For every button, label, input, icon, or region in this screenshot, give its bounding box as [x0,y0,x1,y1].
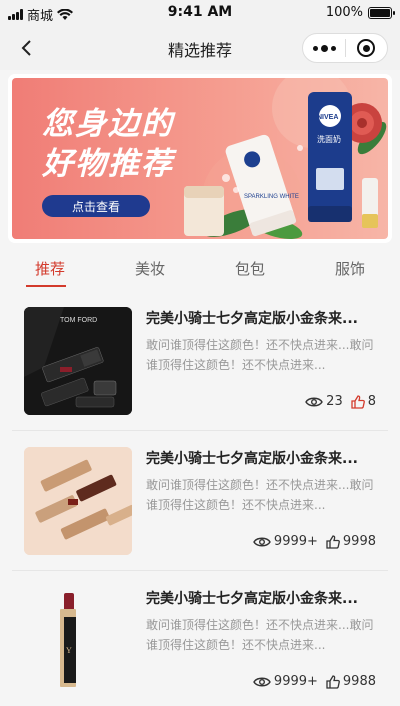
promo-banner[interactable]: SPARKLING WHITE NIVEA 洗面奶 您身边的 好物推荐 点击查看 [12,78,388,239]
more-button[interactable] [303,34,345,62]
item-thumbnail [24,447,132,555]
item-stats: 9999+ 9988 [253,674,376,689]
thumbs-up-icon [351,394,365,409]
banner-product-text-3: 洗面奶 [317,134,341,144]
lipsticks-image [24,447,132,555]
views-count: 9999+ [273,674,318,689]
tab-clothing[interactable]: 服饰 [320,258,380,279]
views-stat: 9999+ [253,534,318,549]
list-item[interactable]: 完美小骑士七夕高定版小金条来... 敢问谁顶得住这颜色！还不快点进来...敢问谁… [12,431,388,571]
article-list: TOM FORD 完美小骑士七夕高定版小金条来... 敢问谁顶得住这颜色！还不快… [12,291,388,706]
item-title: 完美小骑士七夕高定版小金条来... [146,311,358,327]
category-tabs: 推荐 美妆 包包 服饰 [0,250,400,290]
likes-stat[interactable]: 9988 [326,674,376,689]
phone-screen: 商城 9:41 AM 100% 精选推荐 SPARKLING WHITE NIV… [0,0,400,706]
navigation-bar: 精选推荐 [0,26,400,70]
target-icon [357,39,376,57]
likes-stat[interactable]: 9998 [326,534,376,549]
banner-headline-line-2: 好物推荐 [42,146,174,182]
view-now-button[interactable]: 点击查看 [42,195,150,217]
battery-icon [368,6,395,19]
more-dots-icon [312,45,318,51]
likes-stat[interactable]: 8 [351,394,376,409]
item-description: 敢问谁顶得住这颜色！还不快点进来...敢问谁顶得住这颜色！还不快点进来... [146,618,374,652]
likes-count: 9998 [342,534,376,549]
views-count: 9999+ [273,534,318,549]
lipstick-box-image: TOM FORD [24,307,132,415]
item-thumbnail: TOM FORD [24,307,132,415]
item-stats: 9999+ 9998 [253,534,376,549]
item-image-brand-text: TOM FORD [60,317,97,324]
eye-icon [253,537,271,546]
views-stat: 9999+ [253,674,318,689]
list-item[interactable]: Y 完美小骑士七夕高定版小金条来... 敢问谁顶得住这颜色！还不快点进来...敢… [12,571,388,706]
list-item[interactable]: TOM FORD 完美小骑士七夕高定版小金条来... 敢问谁顶得住这颜色！还不快… [12,291,388,431]
views-count: 23 [326,394,343,409]
item-thumbnail: Y [24,587,132,695]
eye-icon [253,677,271,686]
item-description: 敢问谁顶得住这颜色！还不快点进来...敢问谁顶得住这颜色！还不快点进来... [146,478,374,512]
thumbs-up-icon [326,534,340,549]
battery-percent: 100% [325,5,363,20]
item-description: 敢问谁顶得住这颜色！还不快点进来...敢问谁顶得住这颜色！还不快点进来... [146,338,374,372]
likes-count: 9988 [342,674,376,689]
tab-beauty[interactable]: 美妆 [120,258,180,279]
banner-product-text-2: SPARKLING WHITE [244,194,299,200]
miniprogram-capsule [302,33,388,63]
close-miniprogram-button[interactable] [346,34,387,62]
eye-icon [305,397,323,406]
tab-recommended[interactable]: 推荐 [20,258,80,279]
status-bar: 商城 9:41 AM 100% [0,0,400,26]
tab-bags[interactable]: 包包 [220,258,280,279]
item-stats: 23 8 [305,394,376,409]
thumbs-up-icon [326,674,340,689]
svg-text:Y: Y [66,646,72,655]
views-stat: 23 [305,394,343,409]
status-right: 100% [325,5,395,20]
banner-headline-line-1: 您身边的 [42,106,174,142]
item-title: 完美小骑士七夕高定版小金条来... [146,591,358,607]
active-tab-indicator [26,285,66,287]
banner-card[interactable]: SPARKLING WHITE NIVEA 洗面奶 您身边的 好物推荐 点击查看 [8,74,392,243]
banner-product-text-1: NIVEA [317,114,338,121]
likes-count: 8 [367,394,376,409]
single-lipstick-image: Y [24,587,132,695]
banner-headline: 您身边的 好物推荐 [42,104,174,184]
item-title: 完美小骑士七夕高定版小金条来... [146,451,358,467]
